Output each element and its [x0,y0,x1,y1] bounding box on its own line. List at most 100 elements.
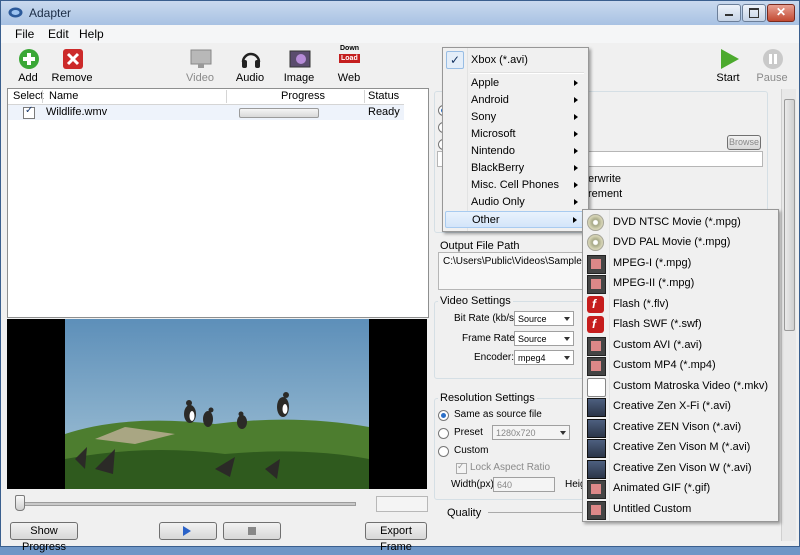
pause-button[interactable]: Pause [747,45,797,87]
menu-item-flash-swf[interactable]: Flash SWF (*.swf) [583,314,776,334]
encoder-value: mpeg4 [518,353,546,363]
output-file-path-field[interactable]: C:\Users\Public\Videos\Sample Vide [438,252,585,290]
menu-item-animated-gif[interactable]: Animated GIF (*.gif) [583,478,776,499]
menu-item-zen-vison-m[interactable]: Creative Zen Vison M (*.avi) [583,437,776,458]
menu-item-label: Custom Matroska Video (*.mkv) [613,380,769,392]
checkmark-icon: ✓ [25,105,34,116]
menu-item-label: Creative Zen Vison M (*.avi) [613,441,751,453]
vertical-scrollbar[interactable] [781,89,796,541]
width-stepper[interactable]: 640 [493,477,555,492]
minimize-button[interactable] [717,4,741,22]
film-icon [587,337,606,356]
pause-label: Pause [756,72,788,84]
menu-item-android[interactable]: Android [443,92,586,109]
menu-item-xbox[interactable]: ✓ Xbox (*.avi) [443,50,586,70]
browse-button[interactable]: Browse [727,135,761,150]
custom-label: Custom [454,445,489,456]
menu-item-label: Untitled Custom [613,503,692,515]
bitrate-select[interactable]: Source [514,311,574,326]
minimize-icon [725,14,733,16]
menu-item-dvd-pal[interactable]: DVD PAL Movie (*.mpg) [583,232,776,252]
menu-file[interactable]: File [15,27,34,41]
menu-item-zen-vison-w[interactable]: Creative Zen Vison W (*.avi) [583,458,776,479]
maximize-button[interactable] [742,4,766,22]
image-button[interactable]: Image [274,45,324,87]
menu-item-custom-mkv[interactable]: Custom Matroska Video (*.mkv) [583,376,776,397]
encoder-select[interactable]: mpeg4 [514,350,574,365]
menu-edit[interactable]: Edit [48,27,69,41]
increment-label: rement [588,188,623,200]
framerate-select[interactable]: Source [514,331,574,346]
menu-item-flash-flv[interactable]: Flash (*.flv) [583,294,776,314]
menu-item-custom-avi[interactable]: Custom AVI (*.avi) [583,335,776,356]
menu-item-microsoft[interactable]: Microsoft [443,126,586,143]
seek-slider-track[interactable] [16,502,356,506]
start-button[interactable]: Start [703,45,753,87]
menu-item-mpeg-2[interactable]: MPEG-II (*.mpg) [583,273,776,294]
close-icon: ✕ [776,5,787,19]
menu-item-label: Nintendo [471,145,516,157]
menu-item-zen-xfi[interactable]: Creative Zen X-Fi (*.avi) [583,396,776,417]
menu-item-label: Sony [471,111,497,123]
menu-item-untitled-custom[interactable]: Untitled Custom [583,499,776,520]
column-progress[interactable]: Progress [281,90,325,102]
stop-button[interactable] [223,522,281,540]
column-select[interactable]: Select [13,90,44,102]
menu-item-dvd-ntsc[interactable]: DVD NTSC Movie (*.mpg) [583,212,776,232]
menu-item-zen-vison[interactable]: Creative ZEN Vison (*.avi) [583,417,776,438]
same-as-source-label: Same as source file [454,409,542,420]
chevron-down-icon [564,317,570,321]
preset-radio[interactable] [438,428,449,439]
scrollbar-thumb[interactable] [784,99,795,331]
audio-button[interactable]: Audio [225,45,275,87]
dvd-icon [587,214,604,231]
add-icon [19,49,39,69]
lock-aspect-checkbox[interactable]: ✓ [456,461,467,474]
web-button[interactable]: Down Load Web [324,45,374,87]
menu-item-label: Audio Only [471,196,525,208]
chevron-down-icon [564,337,570,341]
menu-item-audio-only[interactable]: Audio Only [443,194,586,211]
headphones-icon [241,52,261,68]
video-label: Video [186,72,214,84]
bitrate-label: Bit Rate (kb/s): [454,313,521,324]
menu-item-misc-cell-phones[interactable]: Misc. Cell Phones [443,177,586,194]
menu-item-nintendo[interactable]: Nintendo [443,143,586,160]
menu-item-blackberry[interactable]: BlackBerry [443,160,586,177]
file-name: Wildlife.wmv [46,106,108,118]
show-progress-button[interactable]: Show Progress [10,522,78,553]
menu-item-custom-mp4[interactable]: Custom MP4 (*.mp4) [583,355,776,376]
menu-item-label: Other [472,214,500,226]
add-button[interactable]: Add [3,45,53,87]
preset-select[interactable]: 1280x720 [492,425,570,440]
matroska-icon [587,378,606,397]
table-row[interactable]: ✓ Wildlife.wmv Ready [8,105,404,120]
menu-item-other[interactable]: Other [445,211,584,228]
column-status[interactable]: Status [368,90,399,102]
preset-label: Preset [454,427,483,438]
menu-item-mpeg-1[interactable]: MPEG-I (*.mpg) [583,253,776,274]
video-button[interactable]: Video [175,45,225,87]
device-icon [587,398,606,417]
menu-item-apple[interactable]: Apple [443,75,586,92]
close-button[interactable]: ✕ [767,4,795,22]
remove-button[interactable]: Remove [47,45,97,87]
submenu-arrow-icon [574,199,578,205]
menu-help[interactable]: Help [79,27,104,41]
play-button[interactable] [159,522,217,540]
video-preview [7,319,427,489]
menu-separator [470,72,584,74]
same-as-source-radio[interactable] [438,410,449,421]
quality-slider-track[interactable] [488,512,582,513]
export-frame-button[interactable]: Export Frame [365,522,427,553]
chevron-down-icon [560,431,566,435]
submenu-arrow-icon [574,165,578,171]
column-name[interactable]: Name [49,90,78,102]
seek-slider-handle[interactable] [15,495,25,511]
custom-radio[interactable] [438,446,449,457]
menu-item-label: Microsoft [471,128,516,140]
submenu-arrow-icon [574,182,578,188]
row-checkbox[interactable]: ✓ [23,105,35,119]
file-list[interactable]: Select Name Progress Status ✓ Wildlife.w… [7,88,429,318]
menu-item-sony[interactable]: Sony [443,109,586,126]
